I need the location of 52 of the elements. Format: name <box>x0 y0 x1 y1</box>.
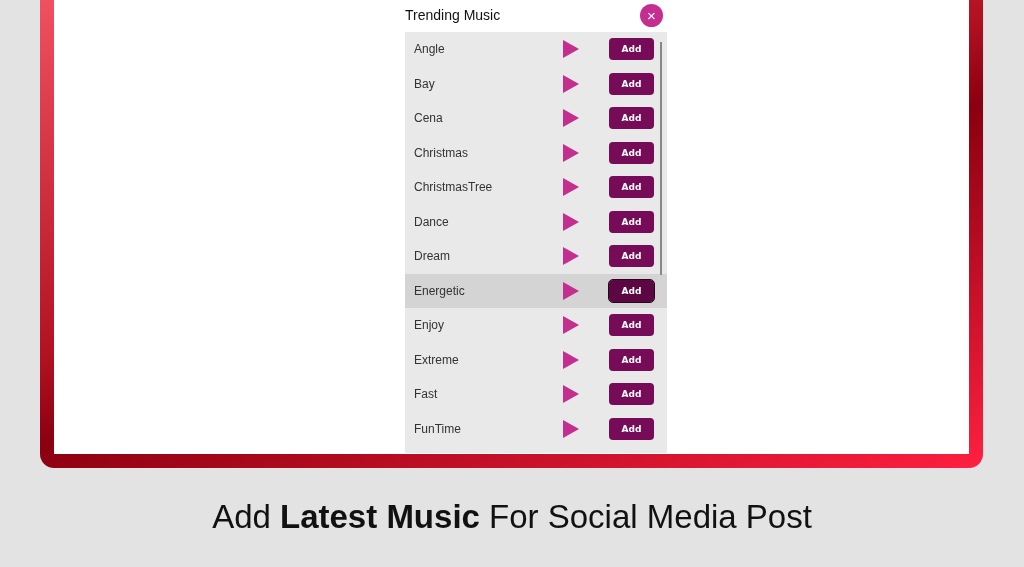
add-button[interactable]: Add <box>609 417 654 440</box>
add-button[interactable]: Add <box>609 348 654 371</box>
play-icon[interactable] <box>563 40 579 59</box>
track-name: Fast <box>414 387 439 402</box>
add-button[interactable]: Add <box>609 245 654 268</box>
add-button[interactable]: Add <box>609 107 654 130</box>
add-button[interactable]: Add <box>609 38 654 61</box>
track-row[interactable]: Cena Add <box>405 101 667 136</box>
play-icon[interactable] <box>563 419 579 438</box>
track-row[interactable]: FunTime Add <box>405 411 667 446</box>
play-icon[interactable] <box>563 385 579 404</box>
track-name: FunTime <box>414 421 462 436</box>
play-icon[interactable] <box>563 247 579 266</box>
track-row[interactable]: Bay Add <box>405 66 667 101</box>
caption: Add Latest Music For Social Media Post <box>211 498 813 536</box>
track-row[interactable]: Dream Add <box>405 239 667 274</box>
track-name: Cena <box>414 111 444 126</box>
panel-title: Trending Music <box>405 7 501 23</box>
track-row[interactable]: Extreme Add <box>405 342 667 377</box>
add-button[interactable]: Add <box>609 314 654 337</box>
track-name: Dream <box>414 249 451 264</box>
track-row[interactable]: Enjoy Add <box>405 308 667 343</box>
add-button[interactable]: Add <box>609 279 654 302</box>
add-button[interactable]: Add <box>609 72 654 95</box>
play-icon[interactable] <box>563 281 579 300</box>
track-name: Dance <box>414 214 450 229</box>
play-icon[interactable] <box>563 212 579 231</box>
scrollbar[interactable] <box>660 42 662 275</box>
add-button[interactable]: Add <box>609 383 654 406</box>
track-name: Energetic <box>414 283 466 298</box>
track-name: Christmas <box>414 145 469 160</box>
play-icon[interactable] <box>563 178 579 197</box>
track-name: ChristmasTree <box>414 180 494 195</box>
play-icon[interactable] <box>563 350 579 369</box>
play-icon[interactable] <box>563 143 579 162</box>
track-row[interactable]: Angle Add <box>405 32 667 67</box>
track-name: Enjoy <box>414 318 446 333</box>
add-button[interactable]: Add <box>609 210 654 233</box>
play-icon[interactable] <box>563 74 579 93</box>
play-icon[interactable] <box>563 109 579 128</box>
track-name: Extreme <box>414 352 460 367</box>
close-button[interactable]: × <box>640 3 663 27</box>
track-row[interactable]: Energetic Add <box>405 273 667 308</box>
track-row[interactable]: Fast Add <box>405 377 667 412</box>
play-icon[interactable] <box>563 316 579 335</box>
add-button[interactable]: Add <box>609 141 654 164</box>
track-row[interactable]: Dance Add <box>405 204 667 239</box>
track-row[interactable]: ChristmasTree Add <box>405 170 667 205</box>
track-name: Angle <box>414 42 446 57</box>
track-row[interactable]: Christmas Add <box>405 135 667 170</box>
add-button[interactable]: Add <box>609 176 654 199</box>
track-name: Bay <box>414 76 436 91</box>
